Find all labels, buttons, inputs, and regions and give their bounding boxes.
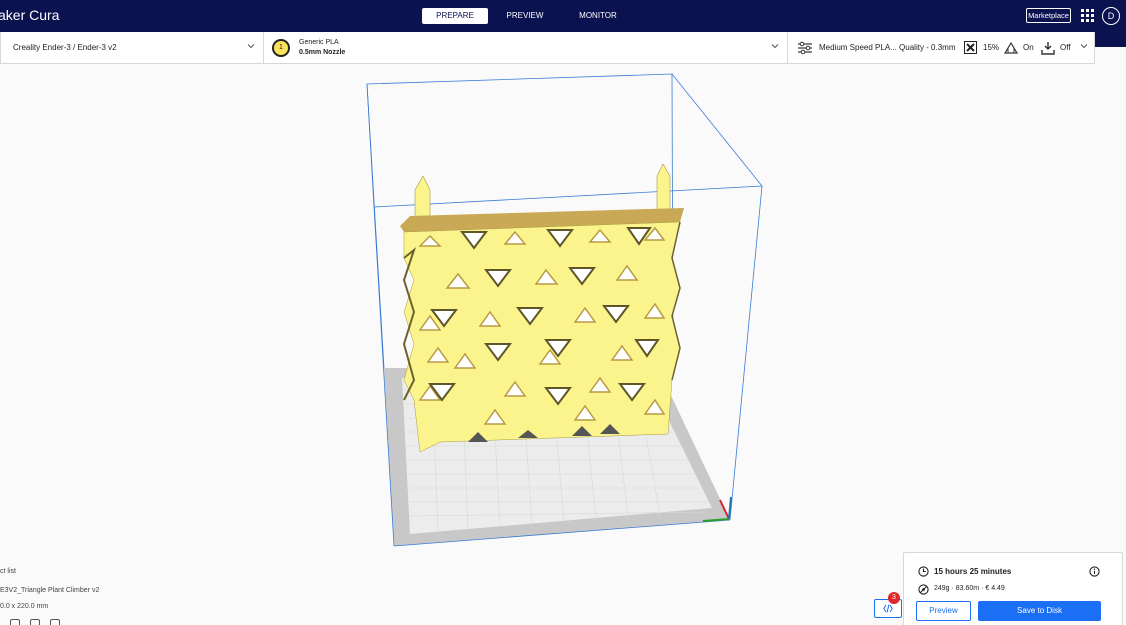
header-extension — [1095, 32, 1126, 47]
info-icon[interactable] — [1089, 566, 1100, 577]
chevron-down-icon — [1080, 44, 1088, 49]
apps-grid-icon[interactable] — [1081, 9, 1094, 22]
view-3d-button[interactable] — [10, 619, 20, 625]
object-list-item[interactable]: E3V2_Triangle Plant Climber v2 — [0, 587, 99, 594]
adhesion-value: Off — [1060, 43, 1071, 52]
chevron-down-icon — [247, 44, 255, 49]
nozzle-size: 0.5mm Nozzle — [299, 49, 346, 56]
tab-prepare[interactable]: PREPARE — [422, 8, 488, 24]
support-value: On — [1023, 43, 1034, 52]
support-icon — [1003, 41, 1019, 54]
tab-preview[interactable]: PREVIEW — [492, 8, 558, 24]
account-avatar[interactable]: D — [1102, 7, 1120, 25]
material-estimate: 249g · 83.60m · € 4.49 — [934, 585, 1005, 592]
view-front-button[interactable] — [30, 619, 40, 625]
chevron-down-icon — [771, 44, 779, 49]
infill-icon — [964, 41, 977, 54]
printer-selector[interactable]: Creality Ender-3 / Ender-3 v2 — [1, 32, 263, 64]
clock-icon — [918, 566, 929, 577]
extruder-icon: 1 — [272, 39, 290, 57]
spool-icon — [918, 584, 929, 595]
settings-bar: Creality Ender-3 / Ender-3 v2 1 Generic … — [0, 32, 1095, 64]
model-triangle-plant-climber[interactable] — [400, 163, 684, 453]
object-dimensions: 0.0 x 220.0 mm — [0, 603, 49, 610]
profile-name: Medium Speed PLA... Quality - 0.3mm — [819, 43, 956, 52]
printer-name: Creality Ender-3 / Ender-3 v2 — [13, 43, 117, 52]
infill-value: 15% — [983, 43, 1000, 52]
code-icon — [883, 604, 893, 613]
app-header: aker Cura PREPARE PREVIEW MONITOR Market… — [0, 0, 1126, 32]
adhesion-icon — [1041, 42, 1055, 55]
view-top-button[interactable] — [50, 619, 60, 625]
preview-button[interactable]: Preview — [916, 601, 971, 621]
marketplace-button[interactable]: Marketplace — [1026, 8, 1071, 23]
save-to-disk-button[interactable]: Save to Disk — [978, 601, 1101, 621]
object-list-toggle[interactable]: ct list — [0, 568, 16, 575]
print-time: 15 hours 25 minutes — [934, 567, 1012, 576]
app-title: aker Cura — [0, 7, 60, 23]
viewport-3d[interactable] — [0, 64, 1126, 625]
print-settings-selector[interactable]: Medium Speed PLA... Quality - 0.3mm 15% … — [788, 32, 1096, 64]
message-count-badge: 3 — [888, 592, 900, 604]
tab-monitor[interactable]: MONITOR — [565, 8, 631, 24]
print-info-panel: 15 hours 25 minutes 249g · 83.60m · € 4.… — [903, 552, 1123, 625]
material-name: Generic PLA — [299, 39, 339, 46]
material-selector[interactable]: 1 Generic PLA 0.5mm Nozzle — [264, 32, 787, 64]
sliders-icon — [798, 41, 812, 55]
